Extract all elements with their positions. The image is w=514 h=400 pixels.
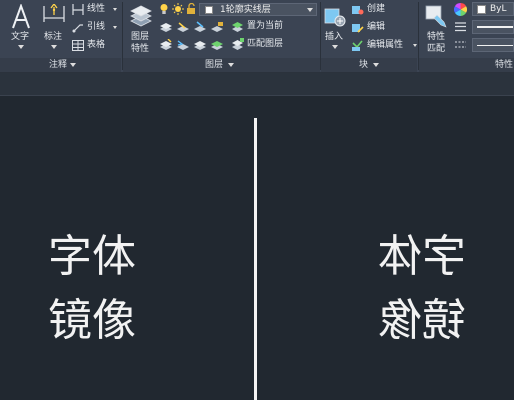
insert-block-button[interactable]: 插入 bbox=[322, 2, 348, 54]
edit-attributes-button[interactable]: 编辑属性 bbox=[351, 39, 417, 52]
mirror-line[interactable] bbox=[254, 118, 257, 400]
chevron-down-icon bbox=[373, 63, 379, 67]
layer-properties-label-line2: 特性 bbox=[131, 44, 150, 54]
lineweight-preview bbox=[477, 26, 513, 28]
match-properties-icon bbox=[425, 5, 447, 28]
match-properties-label-line1: 特性 bbox=[427, 32, 446, 42]
linear-dimension-label: 线性 bbox=[87, 4, 106, 14]
text-a-icon bbox=[12, 4, 30, 29]
edit-block-label: 编辑 bbox=[367, 22, 386, 32]
lightbulb-icon[interactable] bbox=[159, 3, 169, 15]
text-tool-label: 文字 bbox=[11, 32, 30, 42]
layer-previous-icon[interactable] bbox=[176, 39, 190, 51]
linetype-preview bbox=[477, 45, 513, 46]
layer-color-swatch bbox=[205, 6, 213, 14]
chevron-down-icon bbox=[113, 8, 117, 11]
layer-isolate-icon[interactable] bbox=[176, 21, 190, 33]
dimension-icon bbox=[43, 4, 65, 22]
color-dropdown[interactable]: ByL bbox=[472, 2, 514, 16]
set-current-label: 置为当前 bbox=[247, 21, 284, 31]
make-current-icon[interactable] bbox=[159, 39, 173, 51]
chevron-down-icon bbox=[51, 45, 57, 49]
table-label: 表格 bbox=[87, 40, 106, 50]
mirrored-text-line1[interactable]: 字体 bbox=[378, 231, 466, 282]
annotation-panel-title[interactable]: 注释 bbox=[0, 58, 121, 72]
chevron-down-icon bbox=[413, 44, 417, 47]
color-wheel-icon[interactable] bbox=[454, 3, 467, 16]
linear-dimension-button[interactable]: 线性 bbox=[72, 3, 118, 16]
edit-block-button[interactable]: 编辑 bbox=[351, 21, 401, 34]
leader-label: 引线 bbox=[87, 22, 106, 32]
layer-properties-label-line1: 图层 bbox=[131, 32, 150, 42]
set-current-layer-icon bbox=[232, 22, 243, 32]
text-tool-button[interactable]: 文字 bbox=[4, 2, 38, 54]
layer-properties-button[interactable]: 图层 特性 bbox=[126, 2, 156, 56]
dimension-tool-label: 标注 bbox=[44, 32, 63, 42]
layer-freeze-icon[interactable] bbox=[193, 21, 207, 33]
linetype-dropdown[interactable] bbox=[472, 38, 514, 52]
match-layer-label: 匹配图层 bbox=[247, 39, 284, 49]
chevron-down-icon bbox=[113, 26, 117, 29]
chevron-down-icon bbox=[70, 63, 76, 67]
layer-walk-icon[interactable] bbox=[193, 39, 207, 51]
match-properties-label-line2: 匹配 bbox=[427, 44, 446, 54]
layers-panel-title[interactable]: 图层 bbox=[123, 58, 320, 72]
match-properties-button[interactable]: 特性 匹配 bbox=[422, 2, 450, 56]
layer-merge-icon[interactable] bbox=[210, 39, 224, 51]
leader-button[interactable]: 引线 bbox=[72, 21, 118, 34]
insert-block-icon bbox=[324, 8, 346, 27]
create-block-icon bbox=[352, 6, 364, 15]
color-value: ByL bbox=[490, 4, 507, 14]
mirrored-text-line2[interactable]: 镜像 bbox=[378, 295, 466, 346]
match-layer-icon bbox=[232, 38, 244, 50]
original-text-line2[interactable]: 镜像 bbox=[48, 296, 136, 346]
color-swatch bbox=[477, 5, 486, 14]
layer-lock-icon[interactable] bbox=[210, 21, 224, 33]
chevron-down-icon bbox=[18, 45, 24, 49]
linear-dimension-icon bbox=[72, 4, 84, 15]
file-tabs-strip bbox=[0, 73, 514, 95]
lineweight-icon[interactable] bbox=[454, 21, 467, 33]
current-layer-dropdown[interactable]: 1轮廓实线层 bbox=[199, 3, 317, 16]
chevron-down-icon bbox=[307, 8, 313, 12]
chevron-down-icon bbox=[228, 63, 234, 67]
leader-icon bbox=[72, 24, 83, 33]
lineweight-dropdown[interactable] bbox=[472, 20, 514, 34]
chevron-down-icon bbox=[332, 45, 338, 49]
linetype-icon[interactable] bbox=[454, 39, 467, 51]
layer-off-icon[interactable] bbox=[159, 21, 173, 33]
table-button[interactable]: 表格 bbox=[72, 39, 118, 52]
insert-block-label: 插入 bbox=[325, 32, 344, 42]
set-current-button[interactable]: 置为当前 bbox=[231, 20, 297, 33]
sun-icon[interactable] bbox=[172, 3, 184, 15]
layer-properties-icon bbox=[130, 5, 152, 27]
original-text-line1[interactable]: 字体 bbox=[48, 232, 136, 282]
ribbon: 文字 标注 线性 引线 表格 注释 图层 特性 1轮廓实线层 置为当前 匹配图层… bbox=[0, 0, 514, 73]
create-block-button[interactable]: 创建 bbox=[351, 3, 401, 16]
dimension-tool-button[interactable]: 标注 bbox=[38, 2, 70, 54]
edit-attributes-icon bbox=[352, 40, 363, 51]
properties-panel-title[interactable]: 特性 bbox=[419, 58, 514, 72]
table-icon bbox=[72, 40, 84, 51]
unlock-icon[interactable] bbox=[186, 3, 196, 15]
block-panel-title[interactable]: 块 bbox=[321, 58, 417, 72]
current-layer-name: 1轮廓实线层 bbox=[220, 5, 271, 15]
edit-block-icon bbox=[352, 24, 364, 33]
create-block-label: 创建 bbox=[367, 4, 386, 14]
edit-attributes-label: 编辑属性 bbox=[367, 40, 404, 50]
match-layer-button[interactable]: 匹配图层 bbox=[231, 38, 297, 51]
